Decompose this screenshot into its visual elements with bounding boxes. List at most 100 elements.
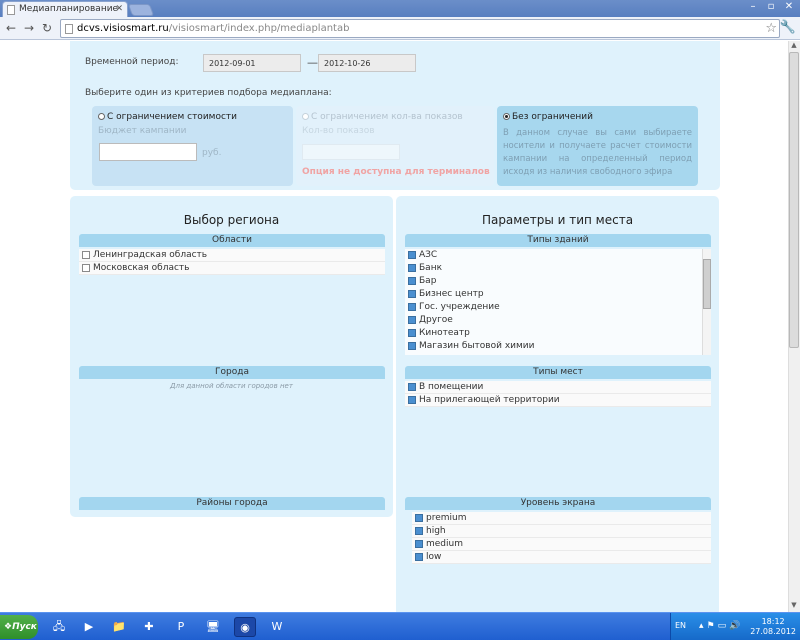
maximize-icon[interactable]: ▫ xyxy=(764,1,778,12)
budget-input[interactable] xyxy=(99,143,197,161)
scroll-up-icon[interactable]: ▲ xyxy=(788,41,800,52)
language-indicator[interactable]: EN xyxy=(675,621,686,630)
powershell-icon[interactable]: ▶ xyxy=(78,617,100,637)
criterion-cost[interactable]: С ограничением стоимости Бюджет кампании… xyxy=(92,106,293,186)
new-tab-button[interactable] xyxy=(127,4,155,16)
place-type: На прилегающей территории xyxy=(419,395,560,405)
start-button[interactable]: ❖Пуск xyxy=(0,615,38,639)
list-item[interactable]: АЗС xyxy=(405,249,702,262)
checkbox[interactable] xyxy=(408,315,416,324)
tray-icons[interactable]: ▴⚑▭🔊 xyxy=(699,621,743,631)
checkbox[interactable] xyxy=(415,526,423,535)
checkbox[interactable] xyxy=(408,328,416,337)
minimize-icon[interactable]: – xyxy=(746,1,760,12)
checkbox[interactable] xyxy=(408,341,416,350)
checkbox[interactable] xyxy=(415,539,423,548)
checkbox[interactable] xyxy=(408,302,416,311)
checkbox[interactable] xyxy=(408,289,416,298)
radio-unlimited[interactable] xyxy=(503,113,510,120)
browser-toolbar: ← → ↻ dcvs.visiosmart.ru/visiosmart/inde… xyxy=(0,17,800,40)
url-path: /visiosmart/index.php/mediaplantab xyxy=(168,23,350,34)
budget-label: Бюджет кампании xyxy=(98,126,187,136)
checkbox[interactable] xyxy=(408,250,416,259)
address-bar[interactable]: dcvs.visiosmart.ru/visiosmart/index.php/… xyxy=(60,19,780,38)
checkbox[interactable] xyxy=(415,552,423,561)
date-from-input[interactable]: 2012-09-01 xyxy=(203,54,301,72)
list-item[interactable]: Гос. учреждение xyxy=(405,301,702,314)
place-types-header: Типы мест xyxy=(405,366,711,379)
building-type: Гос. учреждение xyxy=(419,302,500,312)
chrome-icon[interactable]: ◉ xyxy=(234,617,256,637)
window-titlebar: Медиапланирование ✕ – ▫ ✕ xyxy=(0,0,800,17)
checkbox[interactable] xyxy=(82,263,90,272)
screen-level: medium xyxy=(426,539,463,549)
reload-icon[interactable]: ↻ xyxy=(40,21,54,35)
back-icon[interactable]: ← xyxy=(4,21,18,35)
date-separator: — xyxy=(307,56,318,69)
checkbox[interactable] xyxy=(415,513,423,522)
scroll-down-icon[interactable]: ▼ xyxy=(788,601,800,612)
cities-empty-note: Для данной области городов нет xyxy=(170,382,293,390)
page-icon xyxy=(65,24,73,34)
list-item[interactable]: В помещении xyxy=(405,381,711,394)
screen-level: low xyxy=(426,552,442,562)
list-item[interactable]: Ленинградская область xyxy=(79,249,385,262)
building-type: АЗС xyxy=(419,250,438,260)
region-title: Выбор региона xyxy=(183,213,280,227)
network-icon[interactable]: 🖧 xyxy=(48,617,70,637)
region-panel: Выбор региона Области Ленинградская обла… xyxy=(70,196,393,517)
close-window-icon[interactable]: ✕ xyxy=(782,1,796,12)
list-item[interactable]: high xyxy=(412,525,711,538)
folder-icon[interactable]: 📁 xyxy=(108,617,130,637)
list-item[interactable]: low xyxy=(412,551,711,564)
building-type: Банк xyxy=(419,263,443,273)
forward-icon[interactable]: → xyxy=(22,21,36,35)
powerpoint-icon[interactable]: P xyxy=(170,617,192,637)
radio-cost[interactable] xyxy=(98,113,105,120)
page-scrollbar-thumb[interactable] xyxy=(789,52,799,348)
period-label: Временной период: xyxy=(85,57,179,67)
building-type: Другое xyxy=(419,315,453,325)
wrench-icon[interactable]: 🔧 xyxy=(780,20,796,35)
close-icon[interactable]: ✕ xyxy=(115,4,123,14)
building-types-list[interactable]: АЗС Банк Бар Бизнес центр Гос. учреждени… xyxy=(405,249,702,355)
date-to-input[interactable]: 2012-10-26 xyxy=(318,54,416,72)
clock[interactable]: 18:12 27.08.2012 xyxy=(750,617,796,637)
window-controls: – ▫ ✕ xyxy=(746,1,796,12)
list-item[interactable]: Банк xyxy=(405,262,702,275)
remote-desktop-icon[interactable]: 🖥 xyxy=(202,617,224,637)
screen-level-header: Уровень экрана xyxy=(405,497,711,510)
checkbox[interactable] xyxy=(408,276,416,285)
list-item[interactable]: Другое xyxy=(405,314,702,327)
screen-level: premium xyxy=(426,513,467,523)
browser-tab[interactable]: Медиапланирование ✕ xyxy=(2,1,128,17)
list-item[interactable]: Бар xyxy=(405,275,702,288)
criterion-unlimited[interactable]: Без ограничений В данном случае вы сами … xyxy=(497,106,698,186)
checkbox[interactable] xyxy=(408,263,416,272)
checkbox[interactable] xyxy=(82,250,90,259)
building-list-scrollbar[interactable] xyxy=(702,249,711,355)
checkbox[interactable] xyxy=(408,395,416,404)
building-type: Бизнес центр xyxy=(419,289,484,299)
list-item[interactable]: Московская область xyxy=(79,262,385,275)
app-icon[interactable]: ✚ xyxy=(138,617,160,637)
list-item[interactable]: Магазин бытовой химии xyxy=(405,340,702,353)
list-item[interactable]: premium xyxy=(412,512,711,525)
windows-logo-icon: ❖ xyxy=(4,622,13,632)
cities-header: Города xyxy=(79,366,385,379)
districts-header: Районы города xyxy=(79,497,385,510)
word-icon[interactable]: W xyxy=(266,617,288,637)
bookmark-star-icon[interactable]: ☆ xyxy=(765,21,777,36)
list-item[interactable]: Бизнес центр xyxy=(405,288,702,301)
areas-list: Ленинградская область Московская область xyxy=(79,249,385,275)
currency-label: руб. xyxy=(202,148,222,158)
list-item[interactable]: Кинотеатр xyxy=(405,327,702,340)
system-tray: EN ▴⚑▭🔊 18:12 27.08.2012 xyxy=(670,613,800,640)
screen-level-list: premium high medium low xyxy=(412,512,711,564)
checkbox[interactable] xyxy=(408,382,416,391)
unlimited-description: В данном случае вы сами выбираете носите… xyxy=(503,128,692,177)
list-item[interactable]: На прилегающей территории xyxy=(405,394,711,407)
criterion-cost-title: С ограничением стоимости xyxy=(107,112,237,122)
list-item[interactable]: medium xyxy=(412,538,711,551)
scrollbar-thumb[interactable] xyxy=(703,259,711,309)
